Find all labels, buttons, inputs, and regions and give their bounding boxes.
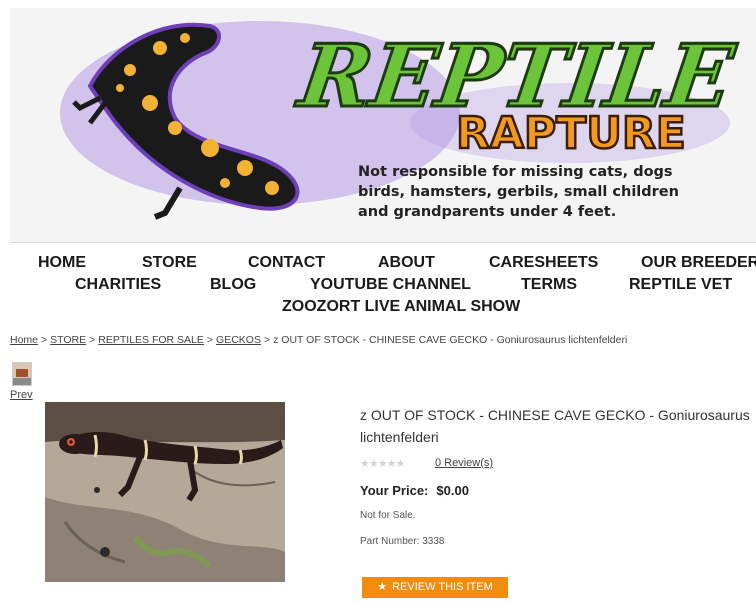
breadcrumb-home[interactable]: Home bbox=[10, 334, 38, 346]
nav-blog[interactable]: BLOG bbox=[210, 276, 256, 294]
price-row: Your Price: $0.00 bbox=[360, 483, 469, 498]
nav-reptile-vet[interactable]: REPTILE VET bbox=[629, 276, 732, 294]
breadcrumb-separator: > bbox=[41, 334, 48, 346]
nav-charities[interactable]: CHARITIES bbox=[75, 276, 161, 294]
nav-youtube-channel[interactable]: YOUTUBE CHANNEL bbox=[310, 276, 471, 294]
nav-zoozort-live-animal-show[interactable]: ZOOZORT LIVE ANIMAL SHOW bbox=[282, 298, 520, 316]
nav-our-breeders[interactable]: OUR BREEDERS bbox=[641, 254, 756, 272]
nav-store[interactable]: STORE bbox=[142, 254, 197, 272]
prev-link[interactable]: Prev bbox=[10, 389, 33, 401]
nav-contact[interactable]: CONTACT bbox=[248, 254, 325, 272]
reviews-link[interactable]: 0 Review(s) bbox=[435, 457, 493, 469]
nav-about[interactable]: ABOUT bbox=[378, 254, 435, 272]
breadcrumb-geckos[interactable]: GECKOS bbox=[216, 334, 261, 346]
product-image[interactable] bbox=[45, 402, 285, 582]
product-title: z OUT OF STOCK - CHINESE CAVE GECKO - Go… bbox=[360, 407, 750, 445]
breadcrumb: Home > STORE > REPTILES FOR SALE > GECKOS > z OU… bbox=[10, 334, 627, 346]
tagline-line: Not responsible for missing cats, dogs bbox=[358, 164, 673, 180]
product-thumbnail[interactable] bbox=[12, 362, 32, 386]
star-icon: ★ bbox=[377, 581, 388, 593]
breadcrumb-separator: > bbox=[89, 334, 96, 346]
review-button-label: REVIEW THIS ITEM bbox=[392, 581, 493, 593]
breadcrumb-reptiles-for-sale[interactable]: REPTILES FOR SALE bbox=[98, 334, 204, 346]
nav-terms[interactable]: TERMS bbox=[521, 276, 577, 294]
rating-stars-icon[interactable]: ★★★★★ bbox=[360, 457, 405, 470]
breadcrumb-store[interactable]: STORE bbox=[50, 334, 86, 346]
nav-home[interactable]: HOME bbox=[38, 254, 86, 272]
gecko-photo bbox=[45, 402, 285, 582]
availability-text: Not for Sale. bbox=[360, 510, 416, 521]
logo-word-rapture: RAPTURE bbox=[456, 108, 686, 159]
part-number: Part Number: 3338 bbox=[360, 536, 445, 547]
review-this-item-button[interactable]: ★ REVIEW THIS ITEM bbox=[362, 577, 508, 598]
nav-caresheets[interactable]: CARESHEETS bbox=[489, 254, 598, 272]
breadcrumb-separator: > bbox=[206, 334, 214, 346]
divider bbox=[10, 242, 756, 243]
tagline-line: and grandparents under 4 feet. bbox=[358, 204, 617, 220]
breadcrumb-separator: > bbox=[263, 334, 271, 346]
tagline-line: birds, hamsters, gerbils, small children bbox=[358, 184, 679, 200]
price-label: Your Price: bbox=[360, 483, 429, 498]
breadcrumb-current: z OUT OF STOCK - CHINESE CAVE GECKO - Go… bbox=[273, 334, 628, 346]
site-banner[interactable]: REPTILE RAPTURE Not responsible for miss… bbox=[10, 8, 756, 242]
thumbnail-image bbox=[13, 363, 31, 385]
banner-tagline: Not responsible for missing cats, dogs b… bbox=[358, 162, 679, 222]
price-value: $0.00 bbox=[436, 483, 469, 498]
